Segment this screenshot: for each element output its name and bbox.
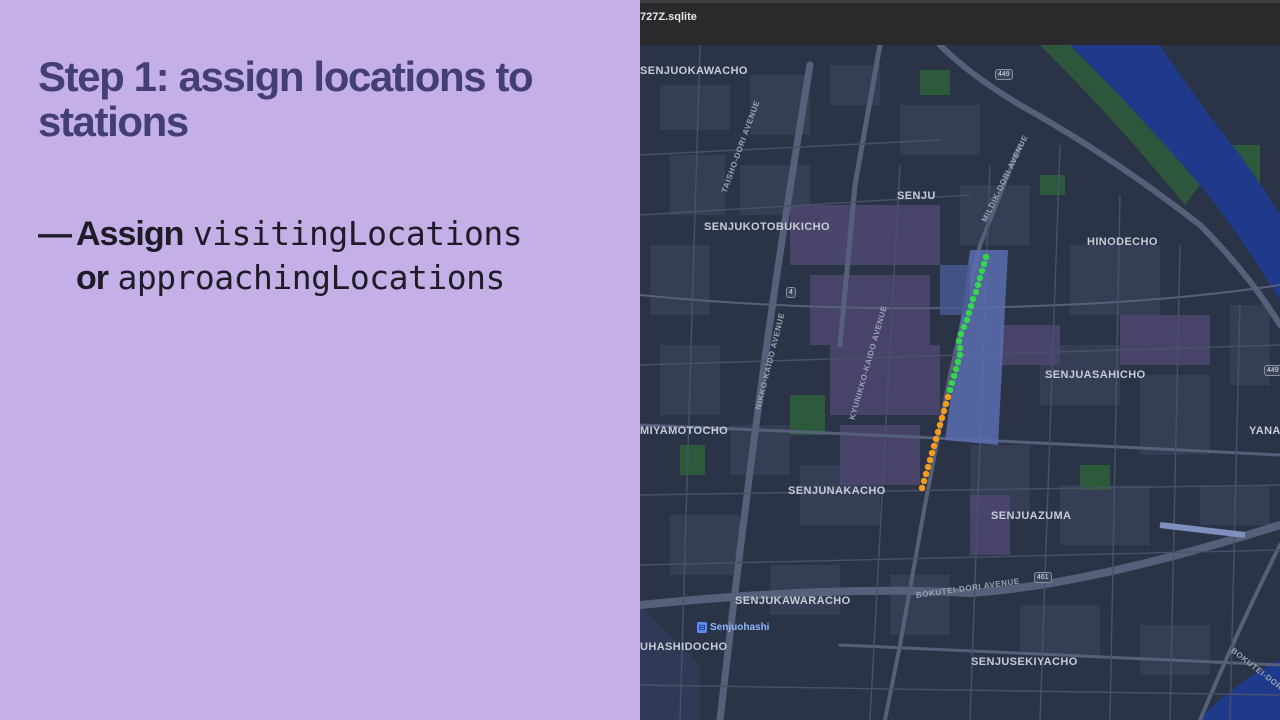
route-shield: 4 bbox=[786, 287, 796, 298]
map-view[interactable]: SENJUOKAWACHO SENJU SENJUKOTOBUKICHO HIN… bbox=[640, 42, 1280, 720]
slide-panel: Step 1: assign locations to stations — A… bbox=[0, 0, 640, 720]
station-building bbox=[940, 265, 970, 315]
label-neighborhood: SENJUKAWARACHO bbox=[735, 595, 851, 607]
label-neighborhood: SENJU bbox=[897, 190, 936, 202]
bullet-line-2: or approachingLocations bbox=[76, 256, 505, 300]
label-neighborhood: UHASHIDOCHO bbox=[640, 641, 728, 653]
window-titlebar: 727Z.sqlite bbox=[640, 0, 1280, 46]
label-neighborhood: SENJUSEKIYACHO bbox=[971, 656, 1078, 668]
code-visiting-locations: visitingLocations bbox=[192, 214, 523, 253]
bullet-line-1: Assign visitingLocations bbox=[76, 212, 523, 256]
route-shield: 461 bbox=[1034, 572, 1052, 583]
slide-title: Step 1: assign locations to stations bbox=[38, 53, 534, 145]
titlebar-strip bbox=[640, 0, 1280, 3]
station-label[interactable]: Senjuohashi bbox=[710, 622, 769, 633]
route-shield: 449 bbox=[995, 69, 1013, 80]
code-approaching-locations: approachingLocations bbox=[117, 258, 505, 297]
label-neighborhood: MIYAMOTOCHO bbox=[640, 425, 729, 437]
label-neighborhood: SENJUAZUMA bbox=[991, 510, 1072, 522]
label-neighborhood: SENJUOKAWACHO bbox=[640, 65, 748, 77]
window-title: 727Z.sqlite bbox=[640, 11, 697, 23]
label-neighborhood: YANAC bbox=[1249, 425, 1280, 437]
bullet-dash: — bbox=[38, 215, 72, 253]
label-neighborhood: SENJUNAKACHO bbox=[788, 485, 886, 497]
bullet-word-or: or bbox=[76, 259, 109, 297]
map-window: 727Z.sqlite SENJUOKAWACHO SENJU SENJUKOT… bbox=[640, 0, 1280, 720]
bullet-word-assign: Assign bbox=[76, 215, 184, 253]
label-neighborhood: SENJUASAHICHO bbox=[1045, 369, 1146, 381]
label-neighborhood: SENJUKOTOBUKICHO bbox=[704, 221, 830, 233]
train-station-icon[interactable]: ⊟ bbox=[697, 622, 707, 633]
route-shield: 449 bbox=[1264, 365, 1280, 376]
label-neighborhood: HINODECHO bbox=[1087, 236, 1158, 248]
